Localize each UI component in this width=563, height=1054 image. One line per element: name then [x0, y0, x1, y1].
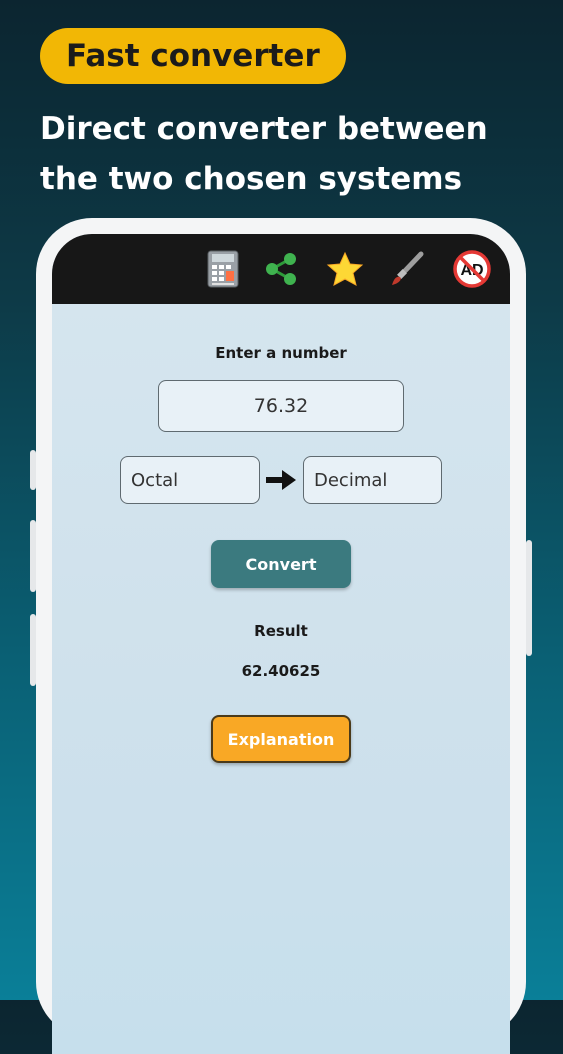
- result-label: Result: [254, 622, 308, 640]
- top-toolbar: AD: [52, 234, 510, 304]
- app-screen: AD Enter a number 76.32 Octal Decimal Co…: [52, 234, 510, 1054]
- promo-headline: Direct converter between the two chosen …: [40, 104, 530, 204]
- headline-line-2: the two chosen systems: [40, 161, 463, 197]
- feature-badge: Fast converter: [40, 28, 346, 84]
- phone-frame: AD Enter a number 76.32 Octal Decimal Co…: [30, 218, 532, 1054]
- to-system-select[interactable]: Decimal: [303, 456, 442, 504]
- from-system-select[interactable]: Octal: [120, 456, 260, 504]
- result-value: 62.40625: [241, 662, 321, 680]
- convert-button[interactable]: Convert: [211, 540, 351, 588]
- phone-side-button: [30, 520, 36, 592]
- star-icon[interactable]: [324, 248, 366, 290]
- arrow-right-icon: [266, 468, 296, 492]
- explanation-button[interactable]: Explanation: [211, 715, 351, 763]
- share-icon[interactable]: [260, 248, 302, 290]
- paintbrush-icon[interactable]: [386, 248, 428, 290]
- input-label: Enter a number: [215, 344, 347, 362]
- phone-power-button: [526, 540, 532, 656]
- no-ads-icon[interactable]: AD: [451, 248, 493, 290]
- phone-side-button: [30, 614, 36, 686]
- phone-side-button: [30, 450, 36, 490]
- headline-line-1: Direct converter between: [40, 111, 488, 147]
- number-input[interactable]: 76.32: [158, 380, 404, 432]
- calculator-icon[interactable]: [202, 248, 244, 290]
